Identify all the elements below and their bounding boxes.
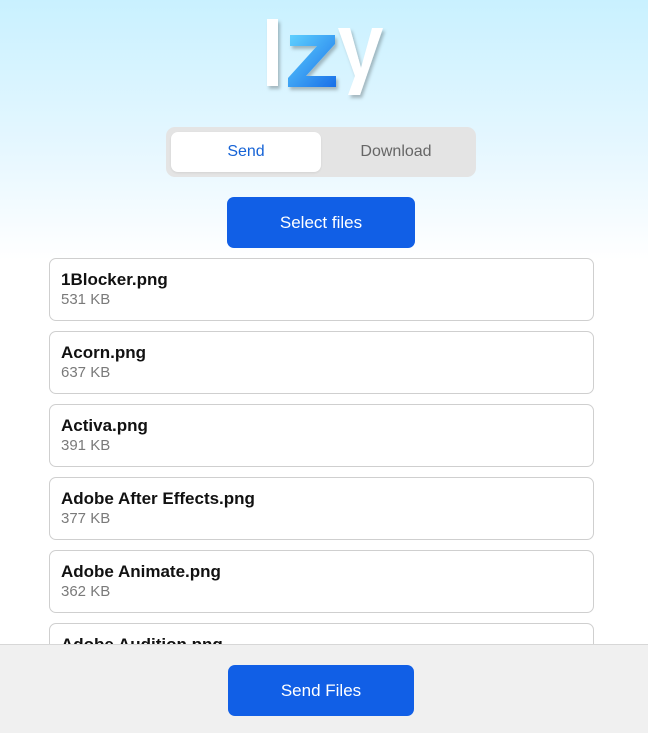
file-name: Activa.png	[61, 416, 148, 435]
mode-switch: Send Download	[166, 127, 476, 177]
file-name: Adobe Animate.png	[61, 562, 221, 581]
file-list: 1Blocker.png 531 KB Acorn.png 637 KB Act…	[49, 258, 594, 696]
file-name: Adobe After Effects.png	[61, 489, 255, 508]
tab-send[interactable]: Send	[171, 132, 321, 172]
file-size: 637 KB	[61, 364, 111, 381]
tab-download[interactable]: Download	[321, 132, 471, 172]
file-item: Activa.png 391 KB	[49, 404, 594, 467]
file-size: 362 KB	[61, 583, 111, 600]
footer-bar: Send Files	[0, 644, 648, 733]
file-name: Acorn.png	[61, 343, 146, 362]
file-name: 1Blocker.png	[61, 270, 168, 289]
select-files-button[interactable]: Select files	[227, 197, 415, 248]
send-files-button[interactable]: Send Files	[228, 665, 414, 716]
file-size: 391 KB	[61, 437, 111, 454]
file-item: 1Blocker.png 531 KB	[49, 258, 594, 321]
file-item: Adobe After Effects.png 377 KB	[49, 477, 594, 540]
file-item: Acorn.png 637 KB	[49, 331, 594, 394]
file-size: 377 KB	[61, 510, 111, 527]
file-size: 531 KB	[61, 291, 111, 308]
app-logo	[0, 0, 648, 110]
file-item: Adobe Animate.png 362 KB	[49, 550, 594, 613]
